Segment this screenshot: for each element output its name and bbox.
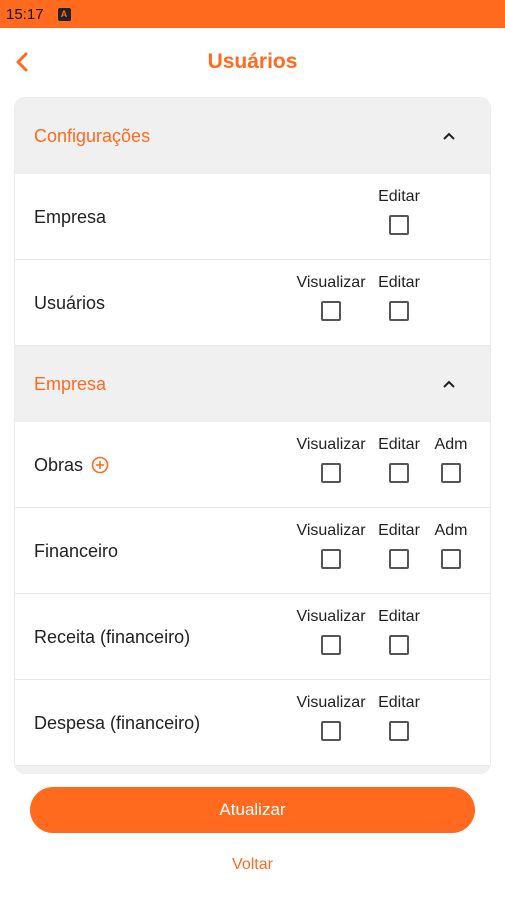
column-label: Visualizar: [296, 522, 366, 539]
add-circle-icon[interactable]: [91, 456, 109, 474]
permission-row-receita: Receita (financeiro) Visualizar Editar: [15, 594, 490, 680]
edit-checkbox[interactable]: [389, 301, 409, 321]
edit-column: Editar: [371, 608, 427, 655]
permission-label: Obras: [34, 422, 109, 508]
column-label: Adm: [434, 436, 468, 453]
status-bar: 15:17 A: [0, 0, 505, 28]
edit-checkbox[interactable]: [389, 463, 409, 483]
page-title: Usuários: [207, 50, 298, 73]
app-header: Usuários: [0, 28, 505, 96]
column-label: Editar: [378, 274, 420, 291]
permission-label: Financeiro: [34, 540, 119, 561]
view-column: Visualizar: [296, 436, 366, 483]
permissions-card: Configurações Empresa Editar Usuários Vi…: [15, 98, 490, 773]
admin-column: Adm: [429, 522, 473, 569]
column-label: Visualizar: [296, 694, 366, 711]
edit-column: Editar: [371, 274, 427, 321]
permission-row-usuarios: Usuários Visualizar Editar: [15, 260, 490, 346]
edit-checkbox[interactable]: [389, 215, 409, 235]
permission-row-empresa: Empresa Editar: [15, 174, 490, 260]
permission-label: Usuários: [34, 292, 106, 313]
view-column: Visualizar: [296, 694, 366, 741]
view-checkbox[interactable]: [321, 549, 341, 569]
section-title: Empresa: [34, 373, 107, 394]
notification-icon: A: [57, 7, 71, 21]
column-label: Editar: [378, 436, 420, 453]
admin-checkbox[interactable]: [441, 463, 461, 483]
view-checkbox[interactable]: [321, 463, 341, 483]
column-label: Editar: [378, 522, 420, 539]
view-column: Visualizar: [296, 274, 366, 321]
column-label: Editar: [378, 188, 420, 205]
view-column: Visualizar: [296, 522, 366, 569]
status-time: 15:17: [6, 5, 44, 23]
permission-label: Empresa: [34, 206, 107, 227]
edit-column: Editar: [371, 522, 427, 569]
edit-column: Editar: [371, 436, 427, 483]
view-checkbox[interactable]: [321, 301, 341, 321]
view-column: Visualizar: [296, 608, 366, 655]
column-label: Visualizar: [296, 608, 366, 625]
edit-column: Editar: [371, 694, 427, 741]
edit-column: Editar: [371, 188, 427, 235]
permission-label: Receita (financeiro): [34, 626, 191, 647]
chevron-up-icon[interactable]: [442, 377, 456, 391]
permission-row-despesa: Despesa (financeiro) Visualizar Editar: [15, 680, 490, 766]
back-link[interactable]: Voltar: [0, 856, 505, 874]
permission-label-text: Obras: [34, 454, 84, 475]
edit-checkbox[interactable]: [389, 721, 409, 741]
chevron-up-icon[interactable]: [442, 129, 456, 143]
column-label: Visualizar: [296, 274, 366, 291]
edit-checkbox[interactable]: [389, 549, 409, 569]
column-label: Adm: [434, 522, 468, 539]
permission-row-financeiro: Financeiro Visualizar Editar Adm: [15, 508, 490, 594]
column-label: Editar: [378, 608, 420, 625]
admin-column: Adm: [429, 436, 473, 483]
permission-row-obras: Obras Visualizar Editar Adm: [15, 422, 490, 508]
admin-checkbox[interactable]: [441, 549, 461, 569]
section-header-empresa[interactable]: Empresa: [15, 346, 490, 422]
section-title: Configurações: [34, 125, 151, 146]
update-button[interactable]: Atualizar: [30, 787, 475, 833]
permission-label: Despesa (financeiro): [34, 712, 201, 733]
view-checkbox[interactable]: [321, 721, 341, 741]
view-checkbox[interactable]: [321, 635, 341, 655]
next-section-peek: [15, 766, 490, 773]
edit-checkbox[interactable]: [389, 635, 409, 655]
section-header-configuracoes[interactable]: Configurações: [15, 98, 490, 174]
column-label: Editar: [378, 694, 420, 711]
column-label: Visualizar: [296, 436, 366, 453]
